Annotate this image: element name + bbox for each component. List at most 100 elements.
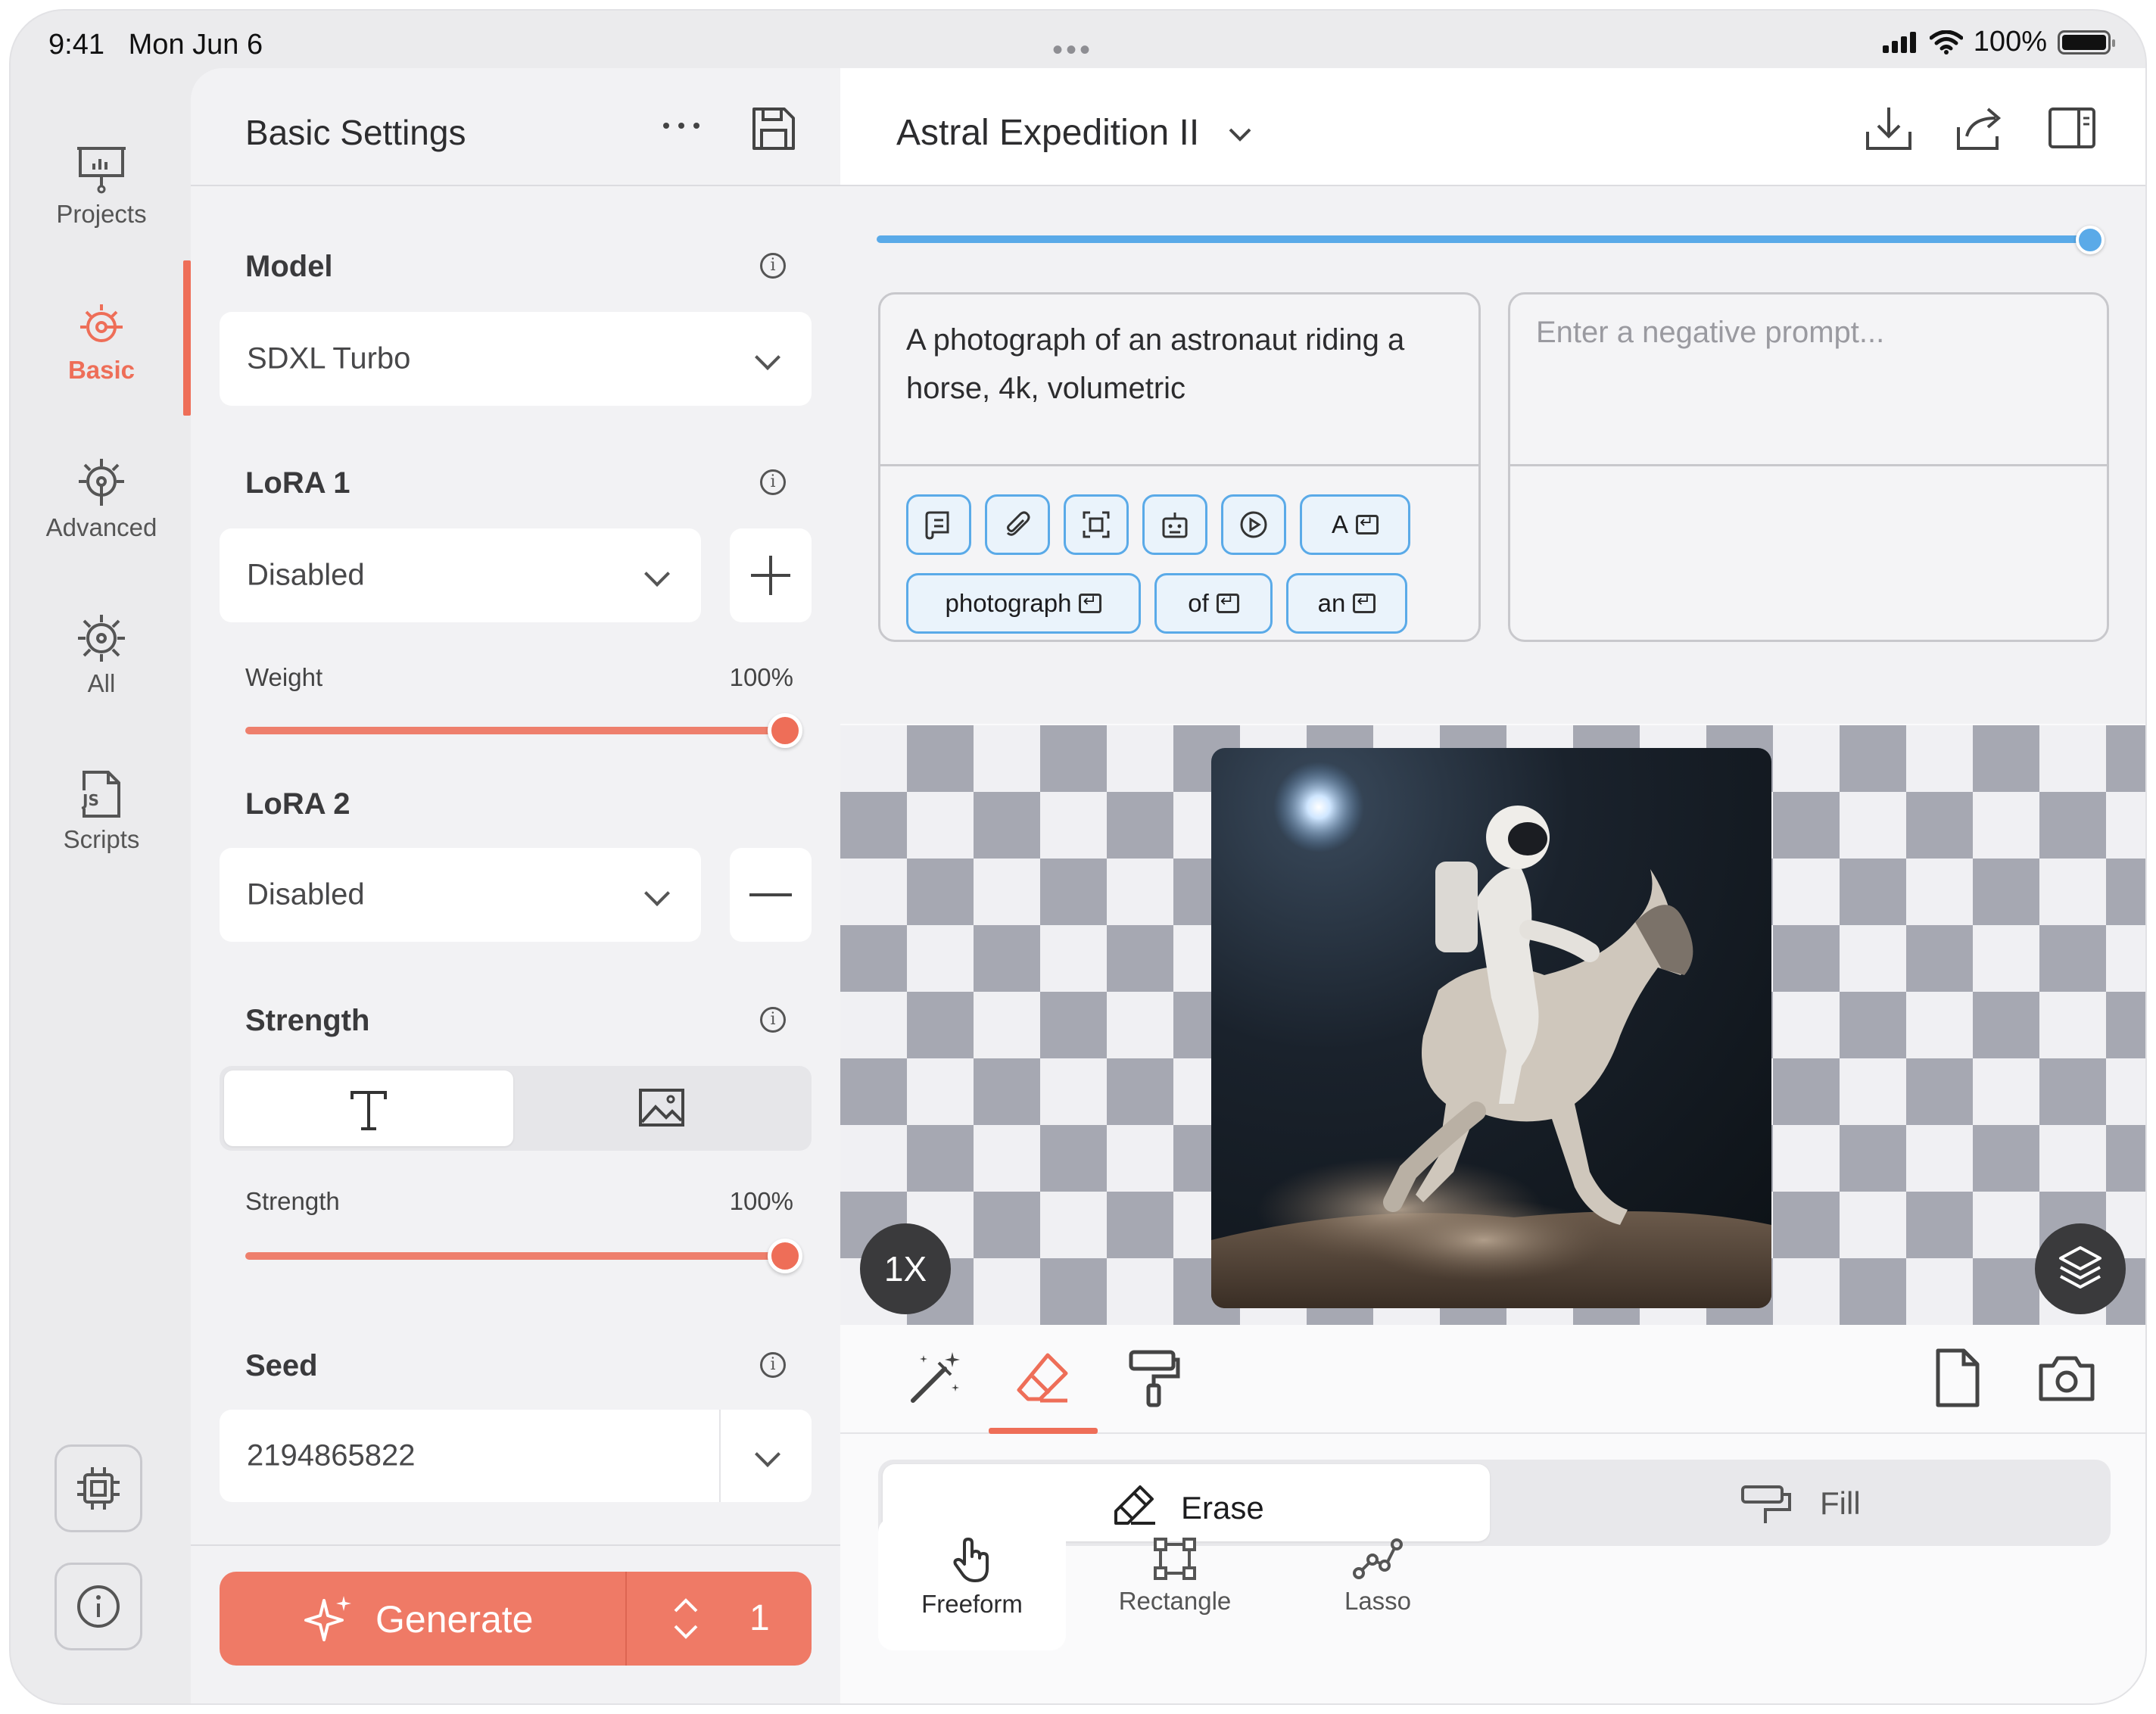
token-chip[interactable]: photograph — [906, 573, 1141, 634]
stepper-chevrons-icon[interactable] — [671, 1594, 701, 1643]
layers-icon — [2059, 1246, 2101, 1289]
lora1-weight-track[interactable] — [245, 727, 783, 734]
fill-label[interactable]: Fill — [1820, 1485, 1861, 1522]
share-icon[interactable] — [1956, 106, 2005, 151]
chevron-down-icon — [644, 880, 670, 906]
prompt-box[interactable]: A photograph of an astronaut riding a ho… — [878, 292, 1481, 642]
return-key-icon — [1356, 513, 1379, 534]
image-mode-option[interactable] — [518, 1070, 807, 1146]
rail-item-all[interactable]: All — [11, 613, 192, 698]
lasso-label: Lasso — [1344, 1587, 1412, 1615]
model-select[interactable]: SDXL Turbo — [220, 312, 812, 406]
rail-item-scripts[interactable]: JS Scripts — [11, 769, 192, 854]
sidebar-toggle-icon[interactable] — [2049, 108, 2095, 148]
add-lora-button[interactable] — [730, 528, 812, 622]
wifi-icon — [1929, 30, 1963, 55]
seed-info-icon[interactable]: i — [760, 1352, 786, 1378]
attach-chip[interactable] — [985, 494, 1050, 555]
scroll-tool-chip[interactable] — [906, 494, 971, 555]
strength-label: Strength — [245, 1004, 370, 1037]
generate-divider — [625, 1572, 627, 1666]
strength-slider-track[interactable] — [245, 1252, 783, 1260]
settings-header: Basic Settings — [191, 68, 840, 186]
js-file-icon: JS — [81, 771, 120, 818]
text-mode-option[interactable] — [224, 1070, 513, 1146]
generated-image[interactable] — [1211, 748, 1771, 1308]
rectangle-select-icon — [1154, 1538, 1196, 1580]
edit-toolbar — [840, 1325, 2145, 1434]
progress-bar — [877, 235, 2088, 243]
negative-prompt-placeholder[interactable]: Enter a negative prompt... — [1536, 316, 1884, 350]
paint-roller-icon[interactable] — [1123, 1348, 1184, 1408]
hardware-button[interactable] — [55, 1444, 142, 1532]
fill-roller-icon[interactable] — [1740, 1484, 1793, 1526]
settings-title: Basic Settings — [245, 113, 466, 152]
lora1-info-icon[interactable]: i — [760, 469, 786, 495]
robot-chip[interactable] — [1142, 494, 1207, 555]
project-header: Astral Expedition II — [840, 68, 2145, 186]
negative-prompt-divider — [1510, 464, 2107, 466]
cpu-chip-icon — [77, 1467, 120, 1510]
lora2-value: Disabled — [247, 877, 365, 912]
layers-button[interactable] — [2035, 1223, 2126, 1314]
model-info-icon[interactable]: i — [760, 253, 786, 279]
camera-icon[interactable] — [2036, 1348, 2097, 1408]
negative-prompt-box[interactable]: Enter a negative prompt... — [1508, 292, 2109, 642]
magic-wand-icon[interactable] — [905, 1348, 966, 1408]
generate-count: 1 — [749, 1598, 770, 1638]
zoom-level-button[interactable]: 1X — [860, 1223, 951, 1314]
token-chip[interactable]: A — [1300, 494, 1410, 555]
generate-label: Generate — [375, 1598, 534, 1641]
progress-thumb[interactable] — [2076, 226, 2105, 254]
status-time: 9:41 Mon Jun 6 — [48, 29, 263, 61]
info-icon — [77, 1585, 120, 1628]
freeform-tool[interactable]: Freeform — [878, 1517, 1066, 1650]
battery-icon — [2058, 30, 2115, 55]
new-document-icon[interactable] — [1927, 1348, 1988, 1408]
image-icon — [639, 1089, 684, 1127]
seed-label: Seed — [245, 1349, 318, 1382]
strength-slider-thumb[interactable] — [768, 1239, 802, 1273]
about-button[interactable] — [55, 1563, 142, 1650]
paperclip-icon — [1006, 511, 1030, 536]
ipad-screen: 9:41 Mon Jun 6 ••• 100% Projects Basic A… — [11, 11, 2145, 1703]
lora1-select[interactable]: Disabled — [220, 528, 701, 622]
model-value: SDXL Turbo — [247, 341, 411, 376]
image-canvas[interactable]: 1X — [840, 725, 2145, 1325]
lora1-weight-slider-thumb[interactable] — [768, 713, 802, 748]
active-tool-indicator — [989, 1428, 1098, 1434]
rail-item-basic[interactable]: Basic — [11, 301, 192, 385]
play-chip[interactable] — [1221, 494, 1286, 555]
plus-icon — [751, 556, 790, 595]
lasso-tool[interactable]: Lasso — [1284, 1517, 1472, 1650]
more-options-icon[interactable] — [660, 120, 703, 132]
strength-info-icon[interactable]: i — [760, 1007, 786, 1033]
project-title[interactable]: Astral Expedition II — [896, 112, 1252, 154]
save-icon[interactable] — [751, 106, 796, 151]
return-key-icon — [1079, 591, 1102, 613]
seed-field[interactable]: 2194865822 — [220, 1410, 812, 1502]
rail-item-advanced[interactable]: Advanced — [11, 457, 192, 542]
target-gear-icon — [80, 304, 123, 342]
strength-mode-segment — [220, 1066, 812, 1151]
remove-lora-button[interactable] — [730, 848, 812, 942]
download-icon[interactable] — [1865, 106, 1912, 151]
rectangle-label: Rectangle — [1118, 1587, 1232, 1615]
token-chip[interactable]: an — [1286, 573, 1407, 634]
lora2-label: LoRA 2 — [245, 787, 351, 821]
rail-label: Basic — [67, 356, 136, 384]
eraser-icon[interactable] — [1013, 1348, 1073, 1408]
generate-button[interactable]: Generate 1 — [220, 1572, 812, 1666]
seed-chevron-down-icon[interactable] — [755, 1441, 780, 1467]
rectangle-tool[interactable]: Rectangle — [1081, 1517, 1269, 1650]
token-chip[interactable]: of — [1154, 573, 1273, 634]
seed-value[interactable]: 2194865822 — [247, 1439, 415, 1473]
prompt-text[interactable]: A photograph of an astronaut riding a ho… — [906, 316, 1466, 413]
rail-label: Advanced — [45, 513, 157, 541]
multitasking-dots-icon[interactable]: ••• — [1052, 33, 1093, 67]
rail-item-projects[interactable]: Projects — [11, 144, 192, 229]
crop-chip[interactable] — [1064, 494, 1129, 555]
chevron-down-icon — [1229, 128, 1251, 142]
lora2-select[interactable]: Disabled — [220, 848, 701, 942]
lora1-weight-value: 100% — [729, 663, 793, 691]
